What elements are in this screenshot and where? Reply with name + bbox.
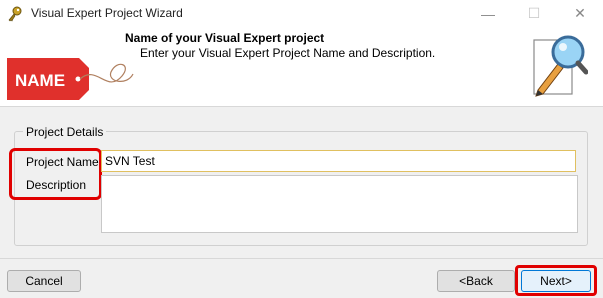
maximize-icon: ☐ <box>527 5 541 21</box>
title-bar: Visual Expert Project Wizard — ☐ ✕ <box>0 0 603 27</box>
project-name-input[interactable] <box>101 150 576 172</box>
cancel-button[interactable]: Cancel <box>7 270 81 292</box>
footer-separator <box>0 258 603 259</box>
tag-text: NAME <box>15 71 65 90</box>
header-subtitle: Enter your Visual Expert Project Name an… <box>140 46 436 60</box>
minimize-button[interactable]: — <box>465 0 511 27</box>
wizard-header: Name of your Visual Expert project Enter… <box>0 27 603 107</box>
next-button[interactable]: Next> <box>521 270 591 292</box>
labels-highlight-box <box>9 148 102 200</box>
name-tag-logo: NAME <box>7 58 134 100</box>
minimize-icon: — <box>481 5 495 22</box>
description-input[interactable] <box>101 175 578 233</box>
back-button[interactable]: <Back <box>437 270 515 292</box>
maximize-button: ☐ <box>511 0 557 27</box>
close-button[interactable]: ✕ <box>557 0 603 27</box>
close-icon: ✕ <box>574 5 586 21</box>
magnifier-pencil-icon <box>533 35 588 97</box>
header-title: Name of your Visual Expert project <box>125 31 325 45</box>
window-title: Visual Expert Project Wizard <box>31 6 183 20</box>
group-label: Project Details <box>23 125 107 139</box>
key-icon <box>8 6 22 22</box>
